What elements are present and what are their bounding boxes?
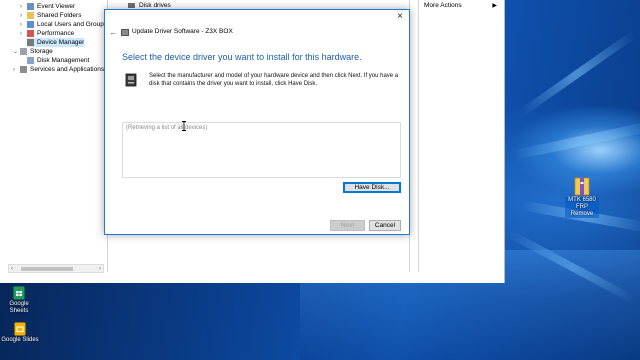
close-icon[interactable]: × (394, 11, 406, 23)
tree-item-performance[interactable]: › Performance (20, 29, 74, 38)
tree-item-event-viewer[interactable]: › Event Viewer (20, 2, 75, 11)
performance-icon (27, 30, 34, 37)
tree-item-label: Disk Management (37, 57, 90, 64)
expand-arrow-icon[interactable]: › (20, 13, 27, 19)
mouse-cursor-icon (182, 121, 186, 131)
tree-item-device-manager[interactable]: Device Manager (27, 38, 85, 47)
desktop-icon-google-slides[interactable]: Google Slides (1, 322, 39, 344)
storage-icon (20, 48, 27, 55)
desktop-icon-mtk-frp[interactable]: MTK 6580 FRP Remove (560, 176, 604, 218)
back-arrow-icon[interactable]: ← (109, 27, 118, 37)
tree-item-label: Event Viewer (37, 3, 76, 10)
device-list[interactable]: (Retrieving a list of all devices) (122, 122, 401, 178)
tree-item-label: Services and Applications (30, 66, 105, 73)
device-icon (121, 29, 129, 36)
scroll-right-icon[interactable]: › (99, 265, 101, 273)
google-slides-icon (14, 322, 26, 336)
more-actions-label: More Actions (424, 1, 462, 9)
tree-item-services-apps[interactable]: › Services and Applications (13, 65, 104, 74)
expand-arrow-icon[interactable]: › (20, 31, 27, 37)
tree-horizontal-scrollbar[interactable]: ‹ › (8, 264, 104, 273)
page-heading: Select the device driver you want to ins… (122, 52, 362, 62)
instruction-text: Select the manufacturer and model of you… (149, 73, 399, 87)
dialog-title: Update Driver Software - Z3X BOX (132, 28, 233, 35)
event-viewer-icon (27, 3, 34, 10)
disk-drive-icon (128, 3, 135, 8)
desktop-icon-label: Google Sheets (9, 301, 29, 314)
tree-item-label: Shared Folders (37, 12, 82, 19)
have-disk-button[interactable]: Have Disk... (343, 182, 401, 193)
actions-more-actions[interactable]: More Actions ▶ (419, 0, 505, 10)
scrollbar-thumb[interactable] (21, 267, 73, 271)
tree-item-label: Storage (30, 48, 53, 55)
desktop-icon-label: Google Slides (1, 337, 39, 343)
disk-icon (27, 57, 34, 64)
console-tree: › Event Viewer › Shared Folders › Local … (8, 0, 107, 262)
google-sheets-icon (13, 286, 25, 300)
submenu-arrow-icon: ▶ (492, 2, 497, 9)
archive-icon (574, 177, 590, 196)
users-icon (27, 21, 34, 28)
tree-item-storage[interactable]: ⌄ Storage (13, 47, 53, 56)
expand-arrow-icon[interactable]: › (20, 4, 27, 10)
tree-item-local-users[interactable]: › Local Users and Groups (20, 20, 107, 29)
expand-arrow-icon[interactable]: › (20, 22, 27, 28)
list-placeholder: (Retrieving a list of all devices) (126, 125, 208, 131)
collapse-arrow-icon[interactable]: ⌄ (13, 48, 20, 55)
hardware-icon (125, 73, 137, 87)
expand-arrow-icon[interactable]: › (13, 67, 20, 73)
device-manager-icon (27, 39, 34, 46)
tree-item-label: Performance (37, 30, 75, 37)
device-category-label: Disk drives (139, 2, 171, 9)
folder-icon (27, 12, 34, 19)
cancel-button[interactable]: Cancel (369, 220, 401, 231)
tree-item-shared-folders[interactable]: › Shared Folders (20, 11, 81, 20)
tree-item-disk-management[interactable]: Disk Management (27, 56, 89, 65)
next-button[interactable]: Next (330, 220, 365, 231)
desktop-icon-label: MTK 6580 FRP Remove (565, 197, 599, 218)
tree-item-label: Device Manager (37, 39, 85, 46)
scroll-left-icon[interactable]: ‹ (11, 265, 13, 273)
tree-item-label: Local Users and Groups (37, 21, 108, 28)
update-driver-dialog: × ← Update Driver Software - Z3X BOX Sel… (104, 9, 410, 235)
services-icon (20, 66, 27, 73)
desktop-icon-google-sheets[interactable]: Google Sheets (4, 286, 34, 315)
pane-divider (418, 0, 419, 272)
